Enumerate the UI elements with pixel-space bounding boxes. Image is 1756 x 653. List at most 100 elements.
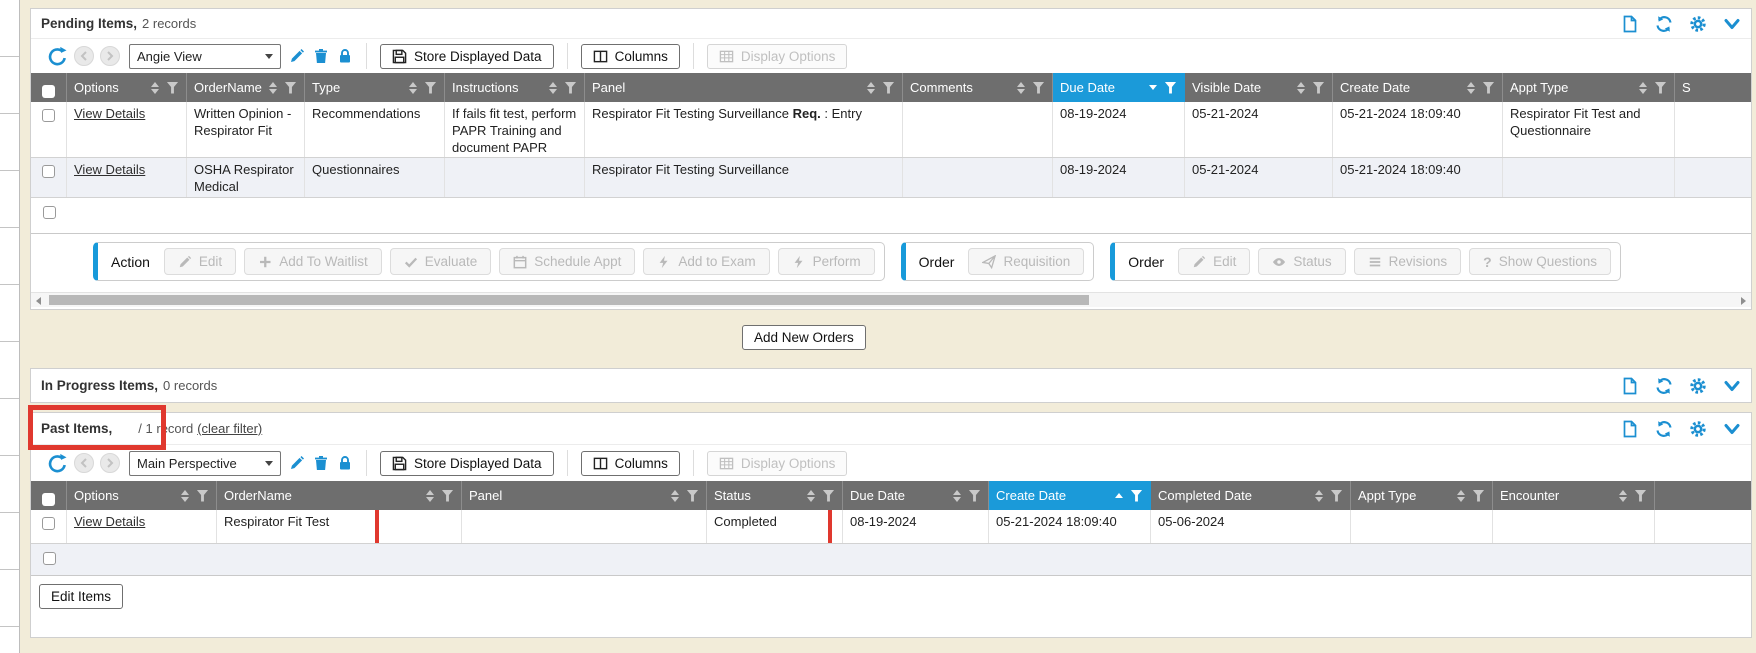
column-header-options[interactable]: Options (67, 481, 217, 510)
filter-funnel-icon[interactable] (1634, 490, 1647, 502)
filter-funnel-icon[interactable] (1164, 82, 1177, 94)
sort-icon[interactable] (671, 490, 679, 502)
sort-icon[interactable] (549, 82, 557, 94)
filter-funnel-icon[interactable] (441, 490, 454, 502)
edit-pencil-icon[interactable] (289, 48, 305, 64)
scroll-right-arrow[interactable] (1741, 297, 1746, 305)
sort-icon[interactable] (181, 490, 189, 502)
undo-icon[interactable] (47, 453, 68, 474)
edit-pencil-icon[interactable] (289, 455, 305, 471)
sort-asc-icon[interactable] (1115, 493, 1123, 498)
footer-checkbox[interactable] (43, 552, 56, 565)
undo-icon[interactable] (47, 46, 68, 67)
column-header-create-date-sorted[interactable]: Create Date (989, 481, 1151, 510)
delete-trash-icon[interactable] (313, 455, 329, 471)
lock-icon[interactable] (337, 48, 353, 64)
perform-button[interactable]: Perform (778, 248, 875, 275)
column-header-options[interactable]: Options (67, 73, 187, 102)
sort-icon[interactable] (1017, 82, 1025, 94)
refresh-icon[interactable] (1655, 420, 1673, 438)
order-edit-button[interactable]: Edit (1178, 248, 1250, 275)
filter-funnel-icon[interactable] (882, 82, 895, 94)
clear-filter-link[interactable]: (clear filter) (197, 421, 262, 436)
sort-icon[interactable] (1467, 82, 1475, 94)
columns-button[interactable]: Columns (581, 44, 680, 69)
show-questions-button[interactable]: Show Questions (1469, 248, 1611, 275)
filter-funnel-icon[interactable] (1130, 490, 1143, 502)
sort-icon[interactable] (1315, 490, 1323, 502)
view-select[interactable]: Main Perspective (129, 451, 281, 476)
next-view-button[interactable] (100, 46, 120, 66)
gear-icon[interactable] (1689, 15, 1707, 33)
column-header-comments[interactable]: Comments (903, 73, 1053, 102)
view-details-link[interactable]: View Details (74, 514, 145, 529)
filter-funnel-icon[interactable] (1472, 490, 1485, 502)
filter-funnel-icon[interactable] (1654, 82, 1667, 94)
sort-desc-icon[interactable] (1149, 85, 1157, 90)
prev-view-button[interactable] (74, 46, 94, 66)
columns-button[interactable]: Columns (581, 451, 680, 476)
sort-icon[interactable] (1639, 82, 1647, 94)
scrollbar-thumb[interactable] (49, 295, 1089, 305)
column-header-ordername[interactable]: OrderName (217, 481, 462, 510)
column-header-due-date[interactable]: Due Date (843, 481, 989, 510)
sort-icon[interactable] (269, 82, 277, 94)
display-options-button[interactable]: Display Options (707, 44, 848, 69)
filter-funnel-icon[interactable] (166, 82, 179, 94)
store-displayed-data-button[interactable]: Store Displayed Data (380, 451, 554, 476)
filter-funnel-icon[interactable] (1032, 82, 1045, 94)
column-header-completed-date[interactable]: Completed Date (1151, 481, 1351, 510)
edit-items-button[interactable]: Edit Items (39, 584, 123, 609)
prev-view-button[interactable] (74, 453, 94, 473)
file-icon[interactable] (1621, 420, 1639, 438)
view-details-link[interactable]: View Details (74, 162, 145, 177)
row-checkbox[interactable] (42, 517, 55, 530)
refresh-icon[interactable] (1655, 377, 1673, 395)
sort-icon[interactable] (151, 82, 159, 94)
evaluate-button[interactable]: Evaluate (390, 248, 492, 275)
view-details-link[interactable]: View Details (74, 106, 145, 121)
filter-funnel-icon[interactable] (822, 490, 835, 502)
file-icon[interactable] (1621, 377, 1639, 395)
store-displayed-data-button[interactable]: Store Displayed Data (380, 44, 554, 69)
row-checkbox[interactable] (42, 109, 55, 122)
gear-icon[interactable] (1689, 377, 1707, 395)
delete-trash-icon[interactable] (313, 48, 329, 64)
gear-icon[interactable] (1689, 420, 1707, 438)
refresh-icon[interactable] (1655, 15, 1673, 33)
filter-funnel-icon[interactable] (968, 490, 981, 502)
lock-icon[interactable] (337, 455, 353, 471)
column-header-due-date-sorted[interactable]: Due Date (1053, 73, 1185, 102)
column-header-create-date[interactable]: Create Date (1333, 73, 1503, 102)
add-to-waitlist-button[interactable]: Add To Waitlist (244, 248, 382, 275)
order-status-button[interactable]: Status (1258, 248, 1345, 275)
view-select[interactable]: Angie View (129, 44, 281, 69)
edit-button[interactable]: Edit (164, 248, 236, 275)
filter-funnel-icon[interactable] (686, 490, 699, 502)
column-header-appt-type[interactable]: Appt Type (1503, 73, 1675, 102)
chevron-down-icon[interactable] (1723, 15, 1741, 33)
add-to-exam-button[interactable]: Add to Exam (643, 248, 769, 275)
filter-funnel-icon[interactable] (1482, 82, 1495, 94)
sort-icon[interactable] (1619, 490, 1627, 502)
filter-funnel-icon[interactable] (564, 82, 577, 94)
column-header-ordername[interactable]: OrderName (187, 73, 305, 102)
file-icon[interactable] (1621, 15, 1639, 33)
column-header-panel[interactable]: Panel (585, 73, 903, 102)
footer-checkbox[interactable] (43, 206, 56, 219)
select-all-checkbox[interactable] (42, 493, 55, 506)
row-checkbox[interactable] (42, 165, 55, 178)
sort-icon[interactable] (953, 490, 961, 502)
column-header-appt-type[interactable]: Appt Type (1351, 481, 1493, 510)
sort-icon[interactable] (1297, 82, 1305, 94)
scroll-left-arrow[interactable] (36, 297, 41, 305)
order-revisions-button[interactable]: Revisions (1354, 248, 1462, 275)
sort-icon[interactable] (426, 490, 434, 502)
select-all-checkbox[interactable] (42, 85, 55, 98)
filter-funnel-icon[interactable] (1330, 490, 1343, 502)
chevron-down-icon[interactable] (1723, 420, 1741, 438)
column-header-panel[interactable]: Panel (462, 481, 707, 510)
chevron-down-icon[interactable] (1723, 377, 1741, 395)
add-new-orders-button[interactable]: Add New Orders (742, 325, 866, 350)
sort-icon[interactable] (409, 82, 417, 94)
